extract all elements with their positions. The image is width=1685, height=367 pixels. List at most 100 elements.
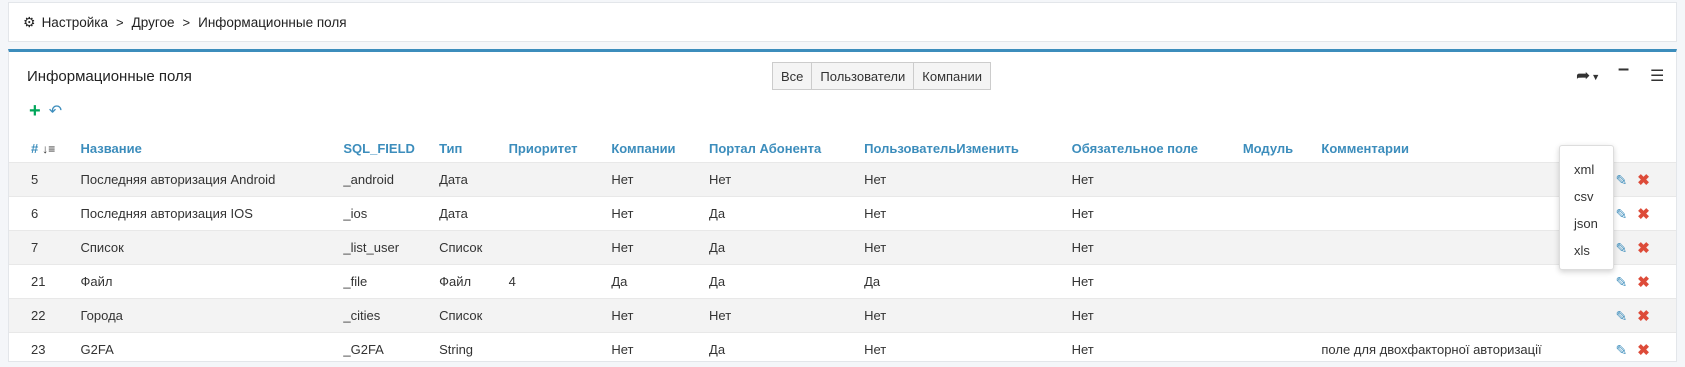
filter-users-button[interactable]: Пользователи xyxy=(812,62,915,90)
pencil-icon[interactable]: ✎ xyxy=(1616,172,1628,188)
cell-sql-field: _file xyxy=(343,264,440,299)
cell-priority xyxy=(508,196,612,231)
undo-icon[interactable]: ↶ xyxy=(49,102,62,122)
cell-required: Нет xyxy=(1071,162,1243,197)
cell-id: 23 xyxy=(9,332,81,366)
breadcrumb-separator: > xyxy=(116,14,124,30)
cell-name: G2FA xyxy=(80,332,344,366)
export-dropdown-menu: xml csv json xls xyxy=(1559,145,1614,270)
column-header-companies[interactable]: Компании xyxy=(611,134,709,163)
column-header-priority[interactable]: Приоритет xyxy=(509,134,612,163)
column-header-type[interactable]: Тип xyxy=(439,134,509,163)
export-share-button[interactable]: ➦▼ xyxy=(1576,66,1600,86)
export-xml-item[interactable]: xml xyxy=(1560,156,1613,183)
pencil-icon[interactable]: ✎ xyxy=(1616,240,1628,256)
cell-id: 6 xyxy=(9,196,81,231)
cell-type: Список xyxy=(439,230,509,265)
cell-user-edit: Нет xyxy=(864,162,1072,197)
table-row[interactable]: 22 Города _cities Список Нет Нет Нет Нет ✎ ✖ xyxy=(9,298,1676,333)
cell-module xyxy=(1242,230,1322,265)
cell-actions: ✎ ✖ xyxy=(1615,230,1676,265)
cell-module xyxy=(1242,264,1322,299)
filter-all-button[interactable]: Все xyxy=(772,62,813,90)
column-header-name[interactable]: Название xyxy=(81,134,344,163)
cell-required: Нет xyxy=(1071,332,1243,366)
column-header-required[interactable]: Обязательное поле xyxy=(1072,134,1243,163)
pencil-icon[interactable]: ✎ xyxy=(1616,308,1628,324)
cell-sql-field: _G2FA xyxy=(343,332,440,366)
caret-down-icon: ▼ xyxy=(1591,71,1601,82)
table-row[interactable]: 5 Последняя авторизация Android _android Да… xyxy=(9,162,1676,197)
cell-required: Нет xyxy=(1071,264,1243,299)
pencil-icon[interactable]: ✎ xyxy=(1616,206,1628,222)
cell-comment xyxy=(1321,298,1616,333)
cell-sql-field: _android xyxy=(343,162,440,197)
cell-portal: Нет xyxy=(709,162,865,197)
column-header-portal[interactable]: Портал Абонента xyxy=(709,134,864,163)
columns-button[interactable]: ☰ xyxy=(1650,66,1664,86)
add-icon[interactable]: + xyxy=(29,101,41,122)
cell-companies: Да xyxy=(611,264,710,299)
breadcrumb-item-other[interactable]: Другое xyxy=(132,15,175,30)
delete-icon[interactable]: ✖ xyxy=(1637,172,1650,189)
breadcrumb-item-settings[interactable]: Настройка xyxy=(42,15,108,30)
cell-user-edit: Нет xyxy=(864,196,1072,231)
cell-name: Последняя авторизация Android xyxy=(80,162,344,197)
breadcrumb: ⚙ Настройка > Другое > Информационные по… xyxy=(8,2,1677,42)
pencil-icon[interactable]: ✎ xyxy=(1616,342,1628,358)
delete-icon[interactable]: ✖ xyxy=(1637,274,1650,291)
column-header-sql-field[interactable]: SQL_FIELD xyxy=(343,134,439,163)
sort-desc-icon[interactable]: ↓≡ xyxy=(42,142,55,156)
cell-actions: ✎ ✖ xyxy=(1615,196,1676,231)
cell-module xyxy=(1242,196,1322,231)
share-icon: ➦ xyxy=(1576,66,1591,85)
cell-portal: Да xyxy=(709,332,865,366)
cell-priority: 4 xyxy=(508,264,612,299)
collapse-button[interactable]: – xyxy=(1618,58,1629,81)
cell-sql-field: _cities xyxy=(343,298,440,333)
cell-id: 5 xyxy=(9,162,81,197)
column-header-id[interactable]: # ↓≡ xyxy=(9,134,81,163)
delete-icon[interactable]: ✖ xyxy=(1637,206,1650,223)
cell-type: Дата xyxy=(439,196,509,231)
cell-actions: ✎ ✖ xyxy=(1615,264,1676,299)
breadcrumb-item-current: Информационные поля xyxy=(198,14,347,30)
table-row[interactable]: 6 Последняя авторизация IOS _ios Дата Нет Да Н… xyxy=(9,196,1676,231)
delete-icon[interactable]: ✖ xyxy=(1637,240,1650,257)
delete-icon[interactable]: ✖ xyxy=(1637,342,1650,359)
pencil-icon[interactable]: ✎ xyxy=(1616,274,1628,290)
info-fields-table: # ↓≡ Название SQL_FIELD Тип Приоритет Ком… xyxy=(9,134,1676,366)
cell-actions: ✎ ✖ xyxy=(1615,298,1676,333)
cell-actions: ✎ ✖ xyxy=(1615,162,1676,197)
cell-portal: Да xyxy=(709,196,865,231)
cell-sql-field: _ios xyxy=(343,196,440,231)
gear-icon: ⚙ xyxy=(23,13,36,30)
cell-type: Дата xyxy=(439,162,509,197)
table-row[interactable]: 7 Список _list_user Список Нет Да Нет Нет ✎ ✖ xyxy=(9,230,1676,265)
export-json-item[interactable]: json xyxy=(1560,210,1613,237)
filter-companies-button[interactable]: Компании xyxy=(914,62,991,90)
cell-type: Файл xyxy=(439,264,509,299)
column-header-module[interactable]: Модуль xyxy=(1243,134,1322,163)
table-row[interactable]: 23 G2FA _G2FA String Нет Да Нет Нет поле для дво… xyxy=(9,332,1676,366)
column-header-actions xyxy=(1616,134,1677,163)
cell-name: Файл xyxy=(80,264,344,299)
cell-companies: Нет xyxy=(611,196,710,231)
cell-priority xyxy=(508,298,612,333)
table-row[interactable]: 21 Файл _file Файл 4 Да Да Да Нет ✎ ✖ xyxy=(9,264,1676,299)
cell-priority xyxy=(508,230,612,265)
cell-id: 21 xyxy=(9,264,81,299)
delete-icon[interactable]: ✖ xyxy=(1637,308,1650,325)
table-actions: + ↶ xyxy=(29,101,62,122)
column-header-user-edit[interactable]: ПользовательИзменить xyxy=(864,134,1071,163)
cell-type: Список xyxy=(439,298,509,333)
cell-user-edit: Нет xyxy=(864,332,1072,366)
cell-type: String xyxy=(439,332,509,366)
export-csv-item[interactable]: csv xyxy=(1560,183,1613,210)
minus-icon: – xyxy=(1618,58,1630,80)
cell-name: Города xyxy=(80,298,344,333)
export-xls-item[interactable]: xls xyxy=(1560,237,1613,264)
cell-required: Нет xyxy=(1071,230,1243,265)
panel-title: Информационные поля xyxy=(27,68,192,85)
cell-comment: поле для двохфакторної авторизації xyxy=(1321,332,1616,366)
